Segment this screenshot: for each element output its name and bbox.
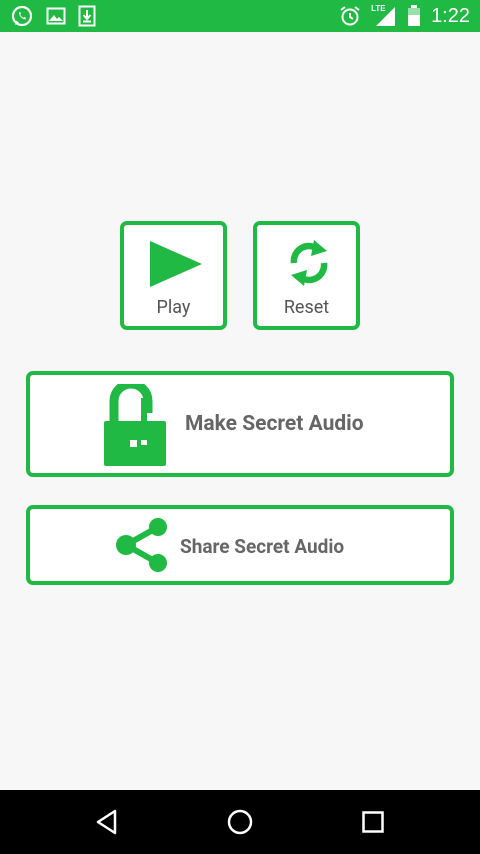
reset-button[interactable]: Reset [253,221,360,330]
status-bar: LTE 1:22 [0,0,480,32]
make-secret-audio-button[interactable]: Make Secret Audio [26,371,454,477]
play-label: Play [156,297,191,318]
make-secret-audio-label: Make Secret Audio [185,412,364,436]
share-secret-audio-label: Share Secret Audio [180,535,345,558]
share-secret-audio-button[interactable]: Share Secret Audio [26,505,454,585]
battery-icon [407,5,421,27]
back-icon [95,809,119,835]
signal-icon: LTE [371,4,397,28]
play-button[interactable]: Play [120,221,227,330]
status-time: 1:22 [431,5,470,27]
recents-button[interactable] [333,790,413,854]
recents-icon [361,810,385,834]
download-icon [78,5,96,27]
home-button[interactable] [200,790,280,854]
unlock-icon [100,384,166,466]
image-icon [46,6,66,26]
navigation-bar [0,790,480,854]
share-icon [114,517,170,573]
whatsapp-icon [10,4,34,28]
home-icon [226,808,254,836]
play-icon [148,239,204,289]
back-button[interactable] [67,790,147,854]
refresh-icon [285,235,333,289]
alarm-icon [339,5,361,27]
reset-label: Reset [283,297,330,318]
